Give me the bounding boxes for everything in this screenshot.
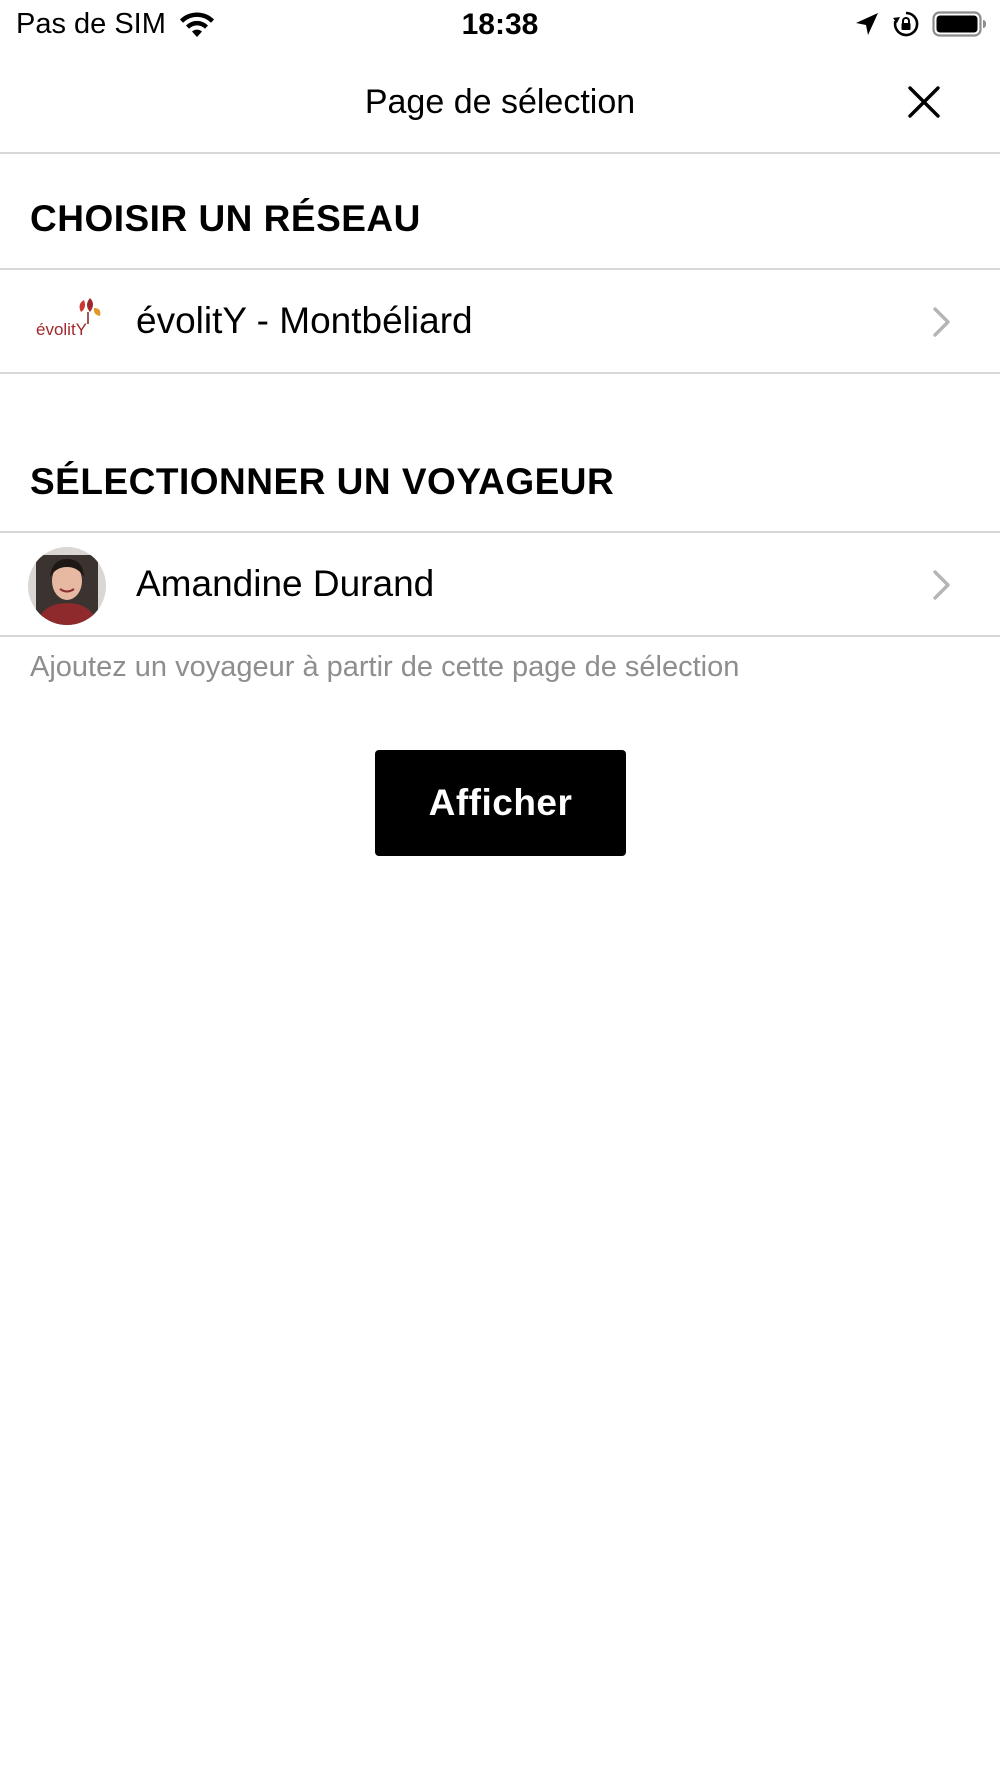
chevron-right-icon bbox=[932, 569, 952, 606]
network-logo-text: évolitY bbox=[36, 320, 88, 339]
traveler-name: Amandine Durand bbox=[136, 563, 435, 604]
battery-icon bbox=[932, 10, 988, 38]
page-title: Page de sélection bbox=[364, 83, 636, 121]
traveler-section-header: SÉLECTIONNER UN VOYAGEUR bbox=[30, 461, 615, 502]
network-row[interactable]: évolitY évolitY - Montbéliard bbox=[0, 268, 1000, 374]
navigation-bar: Page de sélection bbox=[0, 52, 1000, 154]
location-arrow-icon bbox=[854, 11, 880, 37]
status-time: 18:38 bbox=[461, 8, 539, 41]
status-icons bbox=[854, 10, 988, 38]
network-logo: évolitY bbox=[30, 290, 106, 350]
network-section-header: CHOISIR UN RÉSEAU bbox=[30, 198, 421, 239]
chevron-right-icon bbox=[932, 306, 952, 343]
status-bar: Pas de SIM 18:38 bbox=[0, 0, 1000, 52]
traveler-row[interactable]: Amandine Durand bbox=[0, 531, 1000, 637]
add-traveler-hint: Ajoutez un voyageur à partir de cette pa… bbox=[30, 651, 740, 683]
orientation-lock-icon bbox=[892, 10, 920, 38]
close-button[interactable] bbox=[896, 80, 952, 128]
avatar bbox=[28, 547, 106, 625]
network-name: évolitY - Montbéliard bbox=[136, 300, 473, 341]
show-button[interactable]: Afficher bbox=[375, 750, 626, 856]
close-icon bbox=[907, 85, 941, 124]
